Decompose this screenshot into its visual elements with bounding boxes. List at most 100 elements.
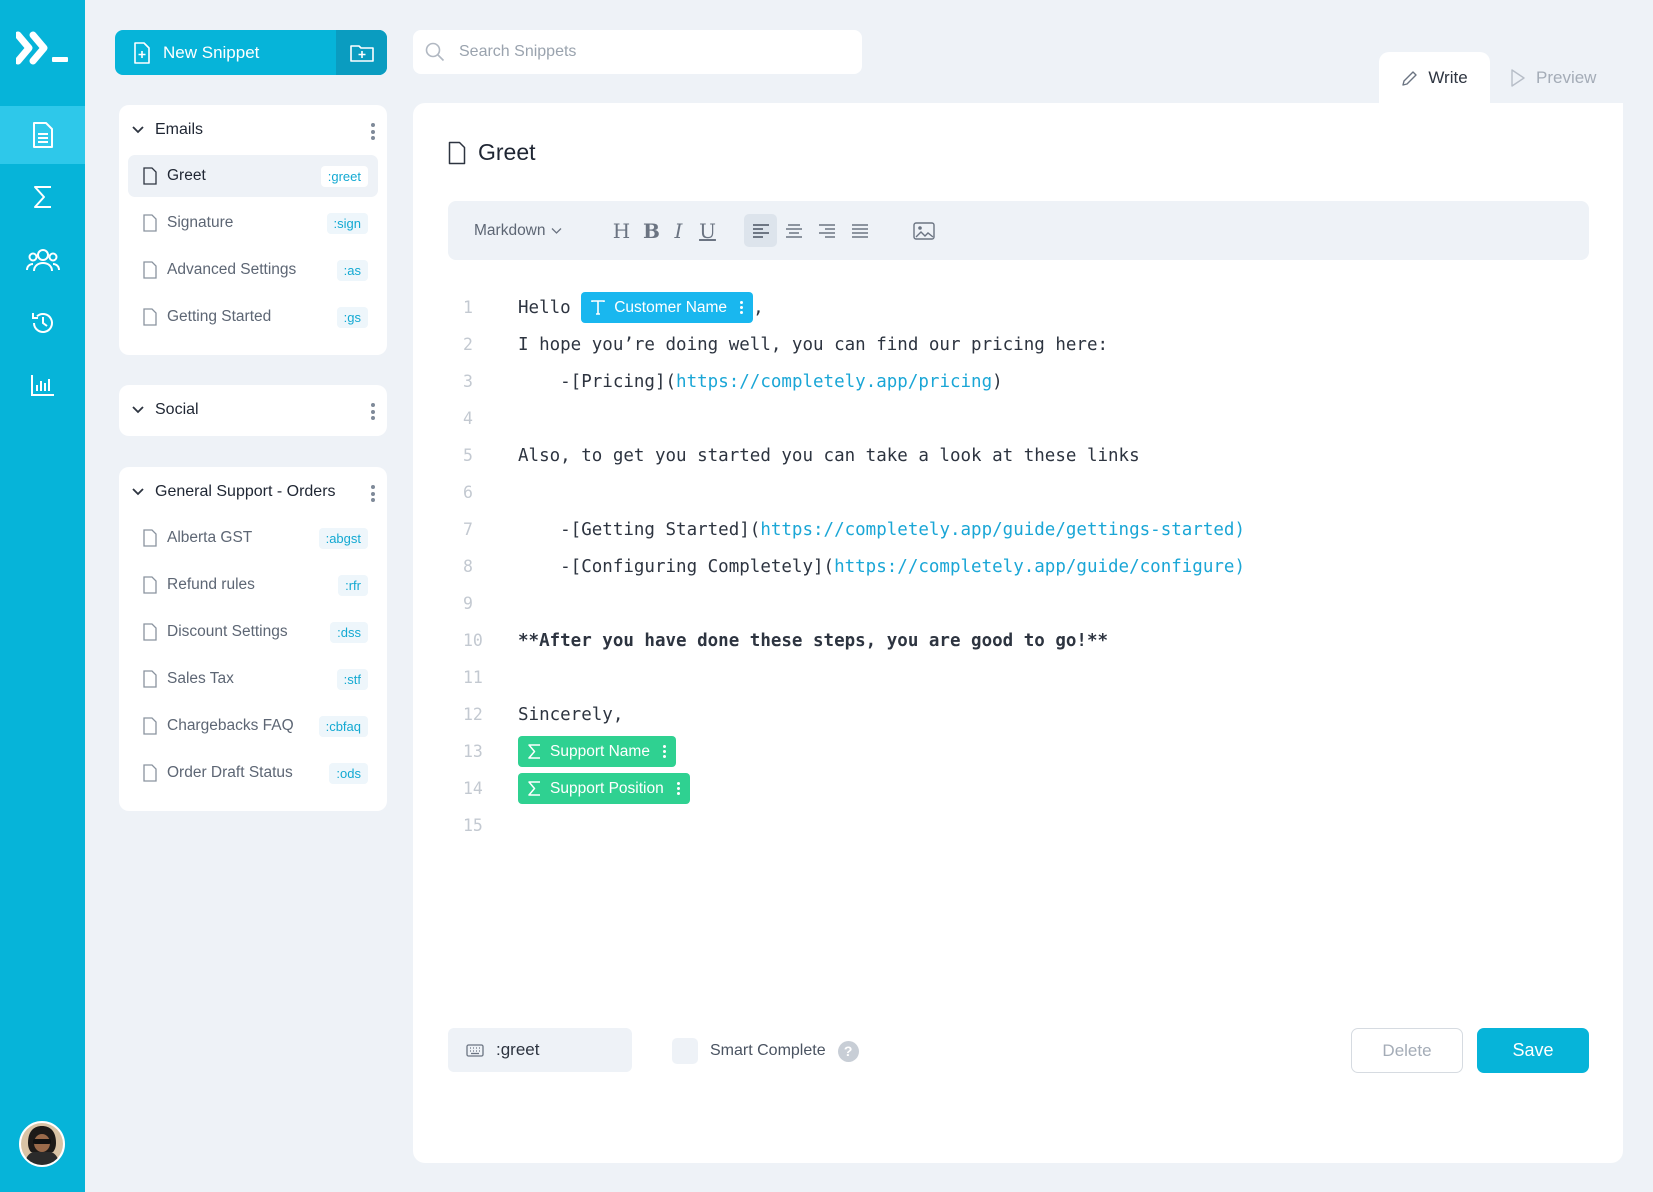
variable-chip[interactable]: Customer Name (581, 292, 754, 323)
document-icon (31, 121, 55, 149)
snippet-item[interactable]: Chargebacks FAQ :cbfaq (128, 705, 378, 747)
user-avatar[interactable] (19, 1121, 65, 1167)
nav-history[interactable] (0, 294, 85, 352)
snippet-item[interactable]: Signature :sign (128, 202, 378, 244)
snippet-item[interactable]: Discount Settings :dss (128, 611, 378, 653)
search-input[interactable]: Search Snippets (413, 30, 862, 74)
snippet-item[interactable]: Getting Started :gs (128, 296, 378, 338)
align-left-button[interactable] (744, 214, 777, 247)
sigma-icon (32, 184, 54, 210)
snippet-shortcut: :abgst (318, 528, 368, 549)
snippet-name: Order Draft Status (167, 764, 293, 781)
code-line: 7 -[Getting Started](https://completely.… (448, 511, 1589, 548)
code-line: 10 **After you have done these steps, yo… (448, 622, 1589, 659)
nav-analytics[interactable] (0, 356, 85, 414)
line-number: 12 (463, 705, 483, 724)
link-url[interactable]: https://completely.app/pricing (676, 372, 992, 392)
line-text-content: Hello (518, 297, 582, 318)
folder-name: Social (155, 401, 199, 418)
code-line: 15 (448, 807, 1589, 844)
delete-button[interactable]: Delete (1351, 1028, 1463, 1073)
pencil-icon (1401, 69, 1419, 87)
folder-header[interactable]: Emails (119, 105, 387, 155)
new-document-icon (133, 41, 151, 64)
line-text: Hello Customer Name, (518, 292, 764, 323)
line-number: 15 (463, 816, 483, 835)
play-icon (1510, 68, 1526, 87)
snippet-item[interactable]: Advanced Settings :as (128, 249, 378, 291)
line-number: 3 (463, 372, 473, 391)
line-text-after: , (753, 297, 764, 318)
align-center-icon (785, 223, 803, 239)
more-icon[interactable] (371, 123, 375, 140)
folder-name: General Support - Orders (155, 483, 336, 500)
chevron-down-icon[interactable] (131, 405, 145, 415)
sigma-icon (528, 744, 541, 759)
new-snippet-label: New Snippet (163, 42, 260, 62)
format-select[interactable]: Markdown (474, 201, 562, 260)
snippet-item[interactable]: Refund rules :rfr (128, 564, 378, 606)
heading-button[interactable]: H (605, 214, 638, 247)
bold-label: B (643, 218, 660, 243)
file-icon (143, 308, 157, 326)
snippet-item[interactable]: Order Draft Status :ods (128, 752, 378, 794)
file-icon (448, 141, 466, 165)
more-icon[interactable] (662, 745, 666, 758)
underline-button[interactable]: U (691, 214, 724, 247)
line-text: I hope you’re doing well, you can find o… (518, 334, 1109, 355)
italic-label: I (674, 218, 683, 243)
snippet-title[interactable]: Greet (448, 139, 536, 166)
nav-team[interactable] (0, 231, 85, 289)
editor-panel: Greet Markdown H B I U 1 Hello Customer … (413, 103, 1623, 1163)
more-icon[interactable] (371, 403, 375, 420)
link-url[interactable]: https://completely.app/guide/gettings-st… (760, 520, 1245, 540)
code-line: 4 (448, 400, 1589, 437)
snippet-name: Chargebacks FAQ (167, 717, 294, 734)
line-text-content: -[Configuring Completely]( (518, 556, 835, 577)
code-line: 5 Also, to get you started you can take … (448, 437, 1589, 474)
variable-chip-label: Customer Name (614, 298, 728, 316)
file-icon (143, 670, 157, 688)
align-center-button[interactable] (777, 214, 810, 247)
insert-image-button[interactable] (907, 214, 940, 247)
smart-complete-checkbox[interactable] (672, 1038, 698, 1064)
help-icon[interactable]: ? (837, 1040, 859, 1062)
file-icon (143, 717, 157, 735)
formula-chip[interactable]: Support Position (518, 773, 690, 804)
formula-chip[interactable]: Support Name (518, 736, 676, 767)
snippet-name: Alberta GST (167, 529, 253, 546)
code-line: 1 Hello Customer Name, (448, 289, 1589, 326)
smart-complete: Smart Complete ? (672, 1038, 859, 1064)
app-logo-icon[interactable] (16, 30, 70, 66)
tab-write[interactable]: Write (1379, 52, 1490, 103)
nav-snippets[interactable] (0, 106, 85, 164)
snippet-item[interactable]: Alberta GST :abgst (128, 517, 378, 559)
chevron-down-icon[interactable] (131, 125, 145, 135)
chart-icon (30, 373, 56, 397)
shortcut-input[interactable]: :greet (448, 1028, 632, 1072)
more-icon[interactable] (676, 782, 680, 795)
new-snippet-button[interactable]: New Snippet (115, 30, 387, 75)
snippet-item[interactable]: Greet :greet (128, 155, 378, 197)
line-text: -[Getting Started](https://completely.ap… (518, 520, 1245, 540)
folder-header[interactable]: General Support - Orders (119, 467, 387, 517)
folder-header[interactable]: Social (119, 385, 387, 435)
tab-preview[interactable]: Preview (1510, 52, 1610, 103)
app-rail (0, 0, 85, 1192)
snippet-item[interactable]: Sales Tax :stf (128, 658, 378, 700)
code-line: 12 Sincerely, (448, 696, 1589, 733)
nav-variables[interactable] (0, 168, 85, 226)
snippet-name: Signature (167, 214, 234, 231)
new-folder-icon[interactable] (336, 30, 387, 75)
align-right-button[interactable] (810, 214, 843, 247)
search-placeholder: Search Snippets (459, 43, 577, 60)
save-button[interactable]: Save (1477, 1028, 1589, 1073)
link-url[interactable]: https://completely.app/guide/configure) (834, 557, 1245, 577)
more-icon[interactable] (740, 301, 744, 314)
file-icon (143, 261, 157, 279)
more-icon[interactable] (371, 485, 375, 502)
line-number: 13 (463, 742, 483, 761)
chevron-down-icon[interactable] (131, 487, 145, 497)
justify-button[interactable] (843, 214, 876, 247)
code-line: 6 (448, 474, 1589, 511)
